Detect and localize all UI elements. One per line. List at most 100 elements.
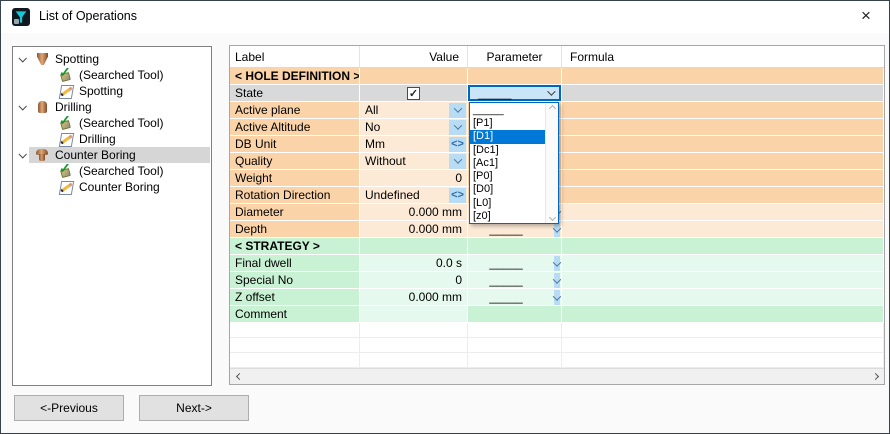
formula-cell[interactable] xyxy=(562,289,884,306)
tree-item-counter-boring[interactable]: Counter Boring xyxy=(13,179,211,195)
table-row: State ✓ _____ xyxy=(230,85,884,102)
tree-item-spotting[interactable]: Spotting xyxy=(13,51,211,67)
formula-cell[interactable] xyxy=(562,170,884,187)
parameter-cell[interactable]: _____ xyxy=(468,255,562,272)
label-cell: Depth xyxy=(230,221,360,238)
scroll-up-icon[interactable] xyxy=(548,105,555,112)
value-cell[interactable]: No xyxy=(360,119,468,136)
value-cell[interactable] xyxy=(360,306,468,323)
dropdown-item[interactable]: [P1] xyxy=(470,117,545,130)
value-cell[interactable]: 0.000 mm xyxy=(360,204,468,221)
chevron-down-icon xyxy=(453,155,461,163)
tree-item-label: Spotting xyxy=(79,84,123,98)
label-cell: Active plane xyxy=(230,102,360,119)
formula-cell[interactable] xyxy=(562,204,884,221)
dropdown-item[interactable]: [Ac1] xyxy=(470,157,545,170)
formula-cell[interactable] xyxy=(562,136,884,153)
formula-cell[interactable] xyxy=(562,102,884,119)
label-cell xyxy=(230,323,360,338)
value-cell[interactable]: Mm<> xyxy=(360,136,468,153)
label-cell: Final dwell xyxy=(230,255,360,272)
formula-cell xyxy=(562,353,884,368)
formula-cell[interactable] xyxy=(562,272,884,289)
chevron-down-icon xyxy=(553,224,561,232)
formula-cell xyxy=(562,238,884,255)
value-cell[interactable]: 0.0 s xyxy=(360,255,468,272)
formula-cell[interactable] xyxy=(562,85,884,102)
value-cell[interactable]: ✓ xyxy=(360,85,468,102)
chevron-down-icon xyxy=(553,275,561,283)
value-dropdown-button[interactable] xyxy=(449,120,466,135)
label-cell: DB Unit xyxy=(230,136,360,153)
next-button[interactable]: Next-> xyxy=(139,395,249,421)
formula-cell[interactable] xyxy=(562,221,884,238)
parameter-cell[interactable]: _____ xyxy=(468,289,562,306)
value-cell[interactable]: All xyxy=(360,102,468,119)
row-label: Quality xyxy=(230,154,272,168)
tree-item-searched-tool[interactable]: (Searched Tool) xyxy=(13,163,211,179)
tree-item-drilling[interactable]: Drilling xyxy=(13,99,211,115)
dropdown-scrollbar[interactable] xyxy=(545,103,558,223)
value-spinner-button[interactable]: <> xyxy=(449,137,466,152)
formula-cell xyxy=(562,338,884,353)
table-header-row: LabelValueParameterFormula xyxy=(230,46,884,68)
tree-item-drilling[interactable]: Drilling xyxy=(13,131,211,147)
formula-cell[interactable] xyxy=(562,255,884,272)
table-row: Z offset0.000 mm_____ xyxy=(230,289,884,306)
parameter-combobox-focused[interactable]: _____ xyxy=(468,85,561,101)
horizontal-scrollbar[interactable] xyxy=(230,368,884,384)
value-cell[interactable]: 0.000 mm xyxy=(360,289,468,306)
dropdown-item[interactable]: _____ xyxy=(470,104,545,117)
dropdown-item[interactable]: [P0] xyxy=(470,170,545,183)
parameter-cell[interactable] xyxy=(468,306,562,323)
parameter-dropdown-button[interactable] xyxy=(554,256,560,271)
dropdown-item[interactable]: [D1] xyxy=(470,130,545,143)
value-cell[interactable]: Undefined<> xyxy=(360,187,468,204)
state-checkbox[interactable]: ✓ xyxy=(407,87,420,100)
scroll-right-arrow-icon[interactable] xyxy=(868,369,884,384)
column-header-parameter: Parameter xyxy=(468,46,562,67)
chevron-down-icon xyxy=(553,258,561,266)
chevron-down-icon[interactable] xyxy=(18,54,26,62)
parameter-cell[interactable]: _____ xyxy=(468,272,562,289)
row-label: Special No xyxy=(230,273,293,287)
formula-cell xyxy=(562,323,884,338)
dropdown-item-list: _____[P1][D1][Dc1][Ac1][P0][D0][L0][z0] xyxy=(470,103,545,223)
tree-item-searched-tool[interactable]: (Searched Tool) xyxy=(13,67,211,83)
tree-item-counter-boring[interactable]: Counter Boring xyxy=(13,147,211,163)
chevron-down-icon[interactable] xyxy=(18,150,26,158)
previous-button[interactable]: <-Previous xyxy=(14,395,124,421)
cell-value: 0.0 s xyxy=(360,256,467,270)
value-cell[interactable]: 0 xyxy=(360,170,468,187)
tree-item-searched-tool[interactable]: (Searched Tool) xyxy=(13,115,211,131)
formula-cell[interactable] xyxy=(562,153,884,170)
scroll-down-icon[interactable] xyxy=(548,214,555,221)
parameter-dropdown-button[interactable] xyxy=(554,273,560,288)
value-dropdown-button[interactable] xyxy=(449,154,466,169)
parameter-dropdown-button[interactable] xyxy=(554,290,560,305)
value-dropdown-button[interactable] xyxy=(449,103,466,118)
tree-item-label: (Searched Tool) xyxy=(79,116,164,130)
value-cell[interactable]: Without xyxy=(360,153,468,170)
value-cell[interactable]: 0.000 mm xyxy=(360,221,468,238)
tree-item-spotting[interactable]: Spotting xyxy=(13,83,211,99)
value-cell[interactable]: 0 xyxy=(360,272,468,289)
formula-cell[interactable] xyxy=(562,187,884,204)
formula-cell[interactable] xyxy=(562,306,884,323)
dropdown-item[interactable]: [L0] xyxy=(470,197,545,210)
value-cell xyxy=(360,323,468,338)
parameter-cell[interactable]: _____ xyxy=(468,85,562,102)
formula-cell[interactable] xyxy=(562,119,884,136)
dropdown-item[interactable]: [Dc1] xyxy=(470,144,545,157)
close-icon[interactable]: × xyxy=(853,5,879,27)
column-header-label: Label xyxy=(230,46,360,67)
value-spinner-button[interactable]: <> xyxy=(449,188,466,203)
parameter-dropdown-button[interactable] xyxy=(554,222,560,237)
scroll-left-arrow-icon[interactable] xyxy=(230,369,246,384)
dropdown-item[interactable]: [z0] xyxy=(470,210,545,223)
row-label: State xyxy=(230,86,263,100)
row-label: Weight xyxy=(230,171,272,185)
parameter-cell xyxy=(468,323,562,338)
chevron-down-icon[interactable] xyxy=(18,102,26,110)
dropdown-item[interactable]: [D0] xyxy=(470,183,545,196)
